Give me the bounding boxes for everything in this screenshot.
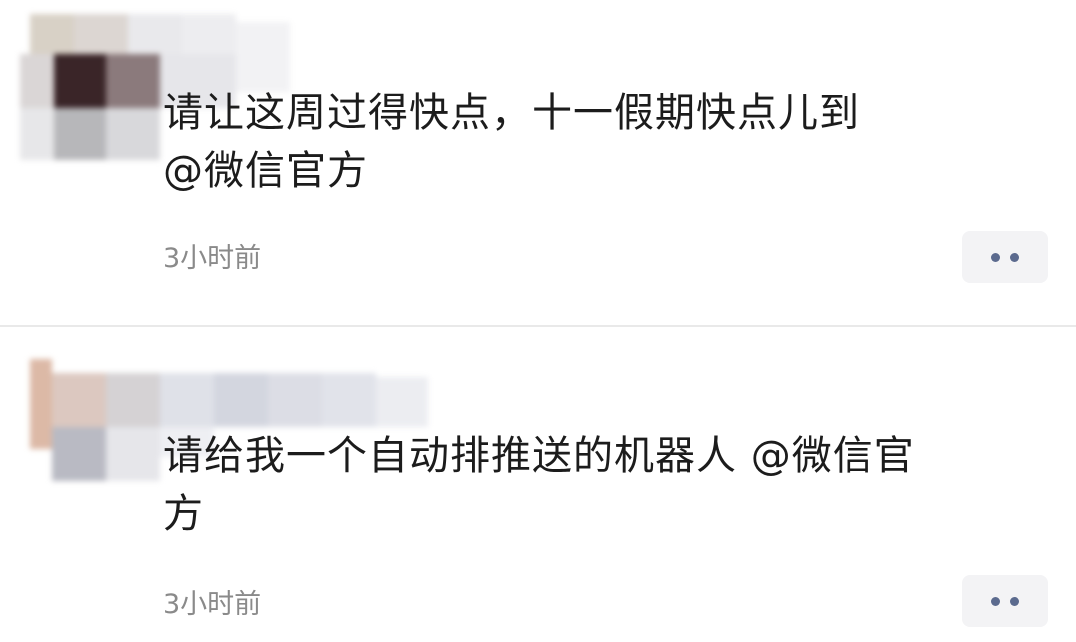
more-dots-icon (991, 596, 1000, 606)
comment-item: 请给我一个自动排推送的机器人 @微信官 方 3小时前 (0, 327, 1076, 642)
comment-text: 请给我一个自动排推送的机器人 @微信官 方 (163, 427, 1013, 543)
comment-list: 请让这周过得快点，十一假期快点儿到 @微信官方 3小时前 请给我一个自动排推送的… (0, 0, 1076, 642)
comment-text-line: 请让这周过得快点，十一假期快点儿到 (163, 90, 860, 136)
more-dots-icon (1010, 252, 1019, 262)
comment-text-line: @微信官方 (163, 148, 368, 194)
more-dots-icon (1010, 596, 1019, 606)
more-dots-icon (991, 252, 1000, 262)
comment-text-line: 请给我一个自动排推送的机器人 @微信官 (163, 433, 915, 479)
timestamp: 3小时前 (163, 243, 262, 274)
comment-item: 请让这周过得快点，十一假期快点儿到 @微信官方 3小时前 (0, 0, 1076, 326)
more-button[interactable] (962, 231, 1048, 283)
comment-text: 请让这周过得快点，十一假期快点儿到 @微信官方 (163, 84, 1013, 200)
more-button[interactable] (962, 575, 1048, 627)
comment-text-line: 方 (163, 491, 204, 537)
timestamp: 3小时前 (163, 589, 262, 620)
